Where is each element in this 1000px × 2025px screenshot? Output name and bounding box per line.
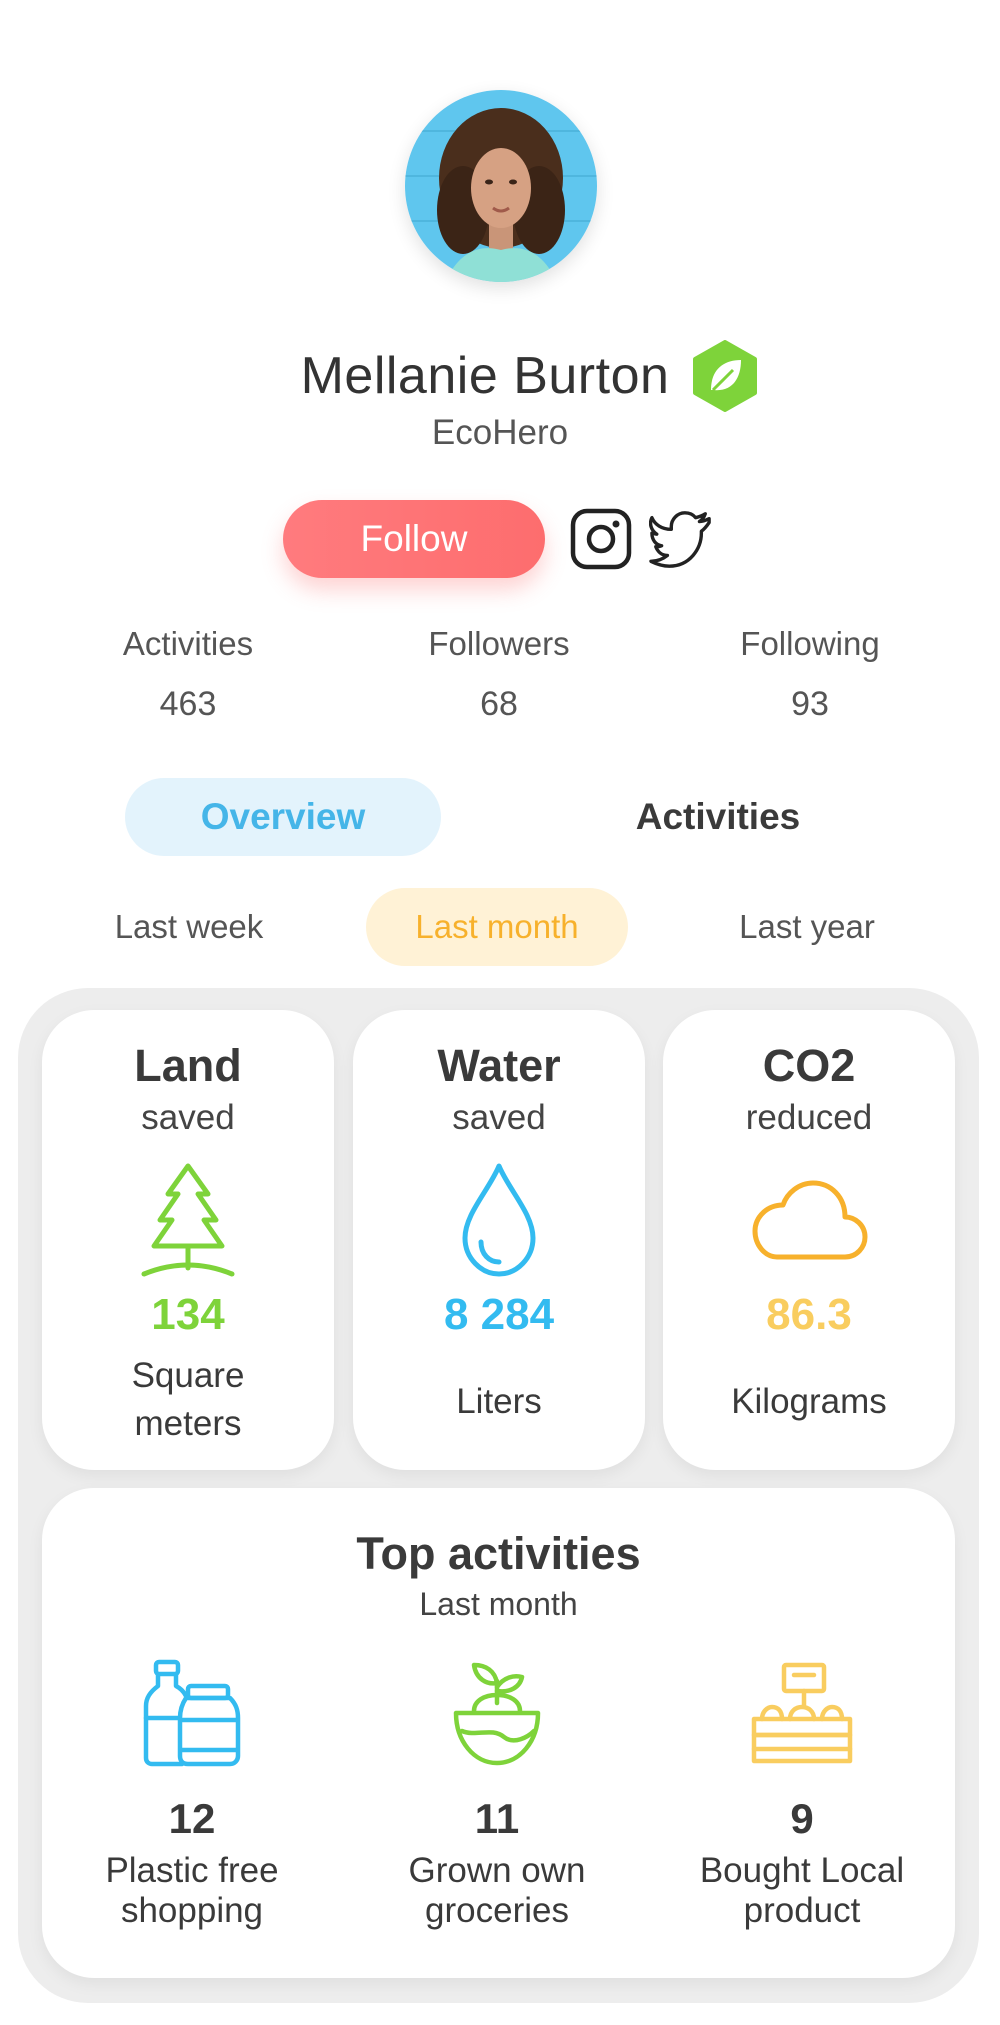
metric-unit: Kilograms xyxy=(731,1382,887,1421)
profile-name: Mellanie Burton xyxy=(300,347,670,405)
metric-value: 8 284 xyxy=(443,1290,555,1339)
metric-subtitle: saved xyxy=(452,1098,546,1137)
avatar xyxy=(405,90,597,282)
profile-subtitle: EcoHero xyxy=(431,413,569,452)
metric-value: 86.3 xyxy=(766,1290,852,1339)
top-activities-title: Top activities xyxy=(356,1528,641,1579)
metric-value: 134 xyxy=(151,1290,225,1339)
stat-label: Followers xyxy=(428,625,570,662)
metric-title: Land xyxy=(134,1040,242,1091)
metric-card-land[interactable]: Land saved 134 Square meters xyxy=(42,1010,334,1470)
profile-actions: Follow xyxy=(283,500,713,578)
activity-count: 9 xyxy=(790,1795,814,1842)
instagram-icon[interactable] xyxy=(569,507,633,571)
metric-card-co2[interactable]: CO2 reduced 86.3 Kilograms xyxy=(663,1010,955,1470)
metric-unit: Square meters xyxy=(131,1356,245,1443)
period-last-year[interactable]: Last year xyxy=(690,888,924,966)
activity-count: 11 xyxy=(474,1795,520,1842)
cloud-icon xyxy=(752,1180,868,1260)
stat-activities[interactable]: Activities 463 xyxy=(0,625,376,724)
market-crate-icon xyxy=(751,1662,853,1764)
top-activities-card: Top activities Last month 12 Plastic fre… xyxy=(42,1488,955,1978)
tab-activities[interactable]: Activities xyxy=(560,778,876,856)
activity-item[interactable]: 11 Grown own groceries xyxy=(347,1653,647,1931)
metric-subtitle: reduced xyxy=(745,1098,873,1137)
period-last-week[interactable]: Last week xyxy=(72,888,306,966)
sprout-bowl-icon xyxy=(453,1662,541,1766)
activity-item[interactable]: 9 Bought Local product xyxy=(652,1653,952,1931)
twitter-icon[interactable] xyxy=(649,507,713,571)
metric-card-water[interactable]: Water saved 8 284 Liters xyxy=(353,1010,645,1470)
stat-label: Following xyxy=(740,625,880,662)
activity-label: Grown own groceries xyxy=(408,1851,586,1930)
metric-title: CO2 xyxy=(762,1040,856,1091)
stat-value: 463 xyxy=(159,685,217,723)
tab-overview[interactable]: Overview xyxy=(125,778,441,856)
stat-value: 68 xyxy=(480,685,518,723)
metric-title: Water xyxy=(437,1040,561,1091)
name-row: Mellanie Burton xyxy=(0,340,1000,412)
water-drop-icon xyxy=(462,1163,536,1277)
eco-leaf-badge-icon xyxy=(693,340,758,412)
activity-label: Bought Local product xyxy=(699,1851,905,1930)
activity-item[interactable]: 12 Plastic free shopping xyxy=(42,1653,342,1931)
stat-label: Activities xyxy=(122,625,254,662)
stat-following[interactable]: Following 93 xyxy=(622,625,998,724)
tree-icon xyxy=(141,1163,235,1277)
activity-count: 12 xyxy=(168,1795,216,1842)
stat-followers[interactable]: Followers 68 xyxy=(376,625,622,724)
top-activities-subtitle: Last month xyxy=(419,1586,578,1622)
bottle-jar-icon xyxy=(143,1659,241,1767)
period-last-month[interactable]: Last month xyxy=(366,888,628,966)
activity-label: Plastic free shopping xyxy=(105,1851,279,1930)
metric-subtitle: saved xyxy=(141,1098,235,1137)
metric-unit: Liters xyxy=(456,1382,542,1421)
stat-value: 93 xyxy=(791,685,829,723)
profile-stats: Activities 463 Followers 68 Following 93 xyxy=(0,625,1000,724)
follow-button[interactable]: Follow xyxy=(283,500,545,578)
